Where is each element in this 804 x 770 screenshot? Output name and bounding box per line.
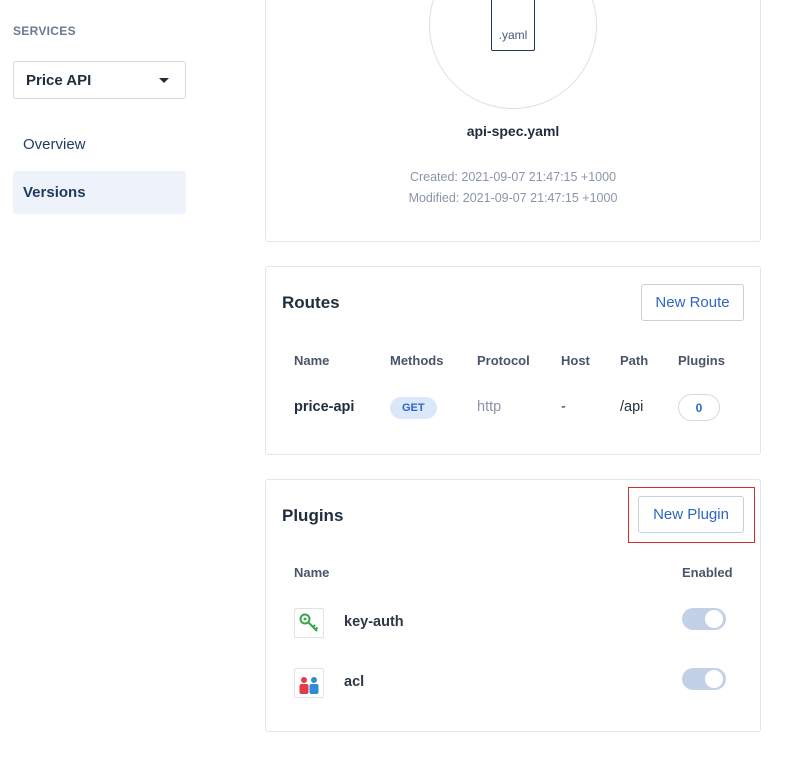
new-plugin-button[interactable]: New Plugin xyxy=(638,496,744,533)
routes-title: Routes xyxy=(282,293,340,312)
route-protocol: http xyxy=(477,399,502,415)
caret-down-icon xyxy=(159,77,169,83)
spec-created: Created: 2021-09-07 21:47:15 +1000 xyxy=(409,170,617,184)
route-host: - xyxy=(561,399,566,415)
file-icon: .yaml xyxy=(491,0,535,51)
routes-col-plugins: Plugins xyxy=(678,353,725,368)
method-badge: GET xyxy=(390,397,437,419)
routes-card: Routes New Route Name Methods Protocol H… xyxy=(265,266,761,455)
spec-modified: Modified: 2021-09-07 21:47:15 +1000 xyxy=(408,191,618,205)
route-plugins-count[interactable]: 0 xyxy=(678,394,720,421)
route-path: /api xyxy=(620,399,644,415)
spec-card: .yaml api-spec.yaml Created: 2021-09-07 … xyxy=(265,0,761,242)
plugins-col-name: Name xyxy=(294,565,330,580)
users-icon xyxy=(294,668,324,698)
plugin-enabled-toggle[interactable] xyxy=(682,668,726,690)
plugin-name[interactable]: key-auth xyxy=(344,614,404,630)
routes-col-methods: Methods xyxy=(390,353,444,368)
services-section-label: SERVICES xyxy=(13,24,76,38)
routes-col-host: Host xyxy=(561,353,590,368)
service-select[interactable]: Price API xyxy=(13,61,186,99)
plugins-card: Plugins New Plugin Name Enabled key-auth xyxy=(265,479,761,732)
routes-col-name: Name xyxy=(294,353,330,368)
nav-item-versions[interactable]: Versions xyxy=(13,171,186,214)
new-route-button[interactable]: New Route xyxy=(641,284,744,321)
routes-col-path: Path xyxy=(620,353,649,368)
plugins-col-enabled: Enabled xyxy=(682,565,733,580)
plugin-name[interactable]: acl xyxy=(344,674,364,690)
file-extension: .yaml xyxy=(498,28,528,42)
service-select-value: Price API xyxy=(26,71,92,89)
key-icon xyxy=(294,608,324,638)
spec-file-name: api-spec.yaml xyxy=(466,123,560,139)
plugins-title: Plugins xyxy=(282,506,344,525)
route-name[interactable]: price-api xyxy=(294,399,354,415)
routes-col-protocol: Protocol xyxy=(477,353,530,368)
nav-item-overview[interactable]: Overview xyxy=(13,123,186,166)
plugin-enabled-toggle[interactable] xyxy=(682,608,726,630)
